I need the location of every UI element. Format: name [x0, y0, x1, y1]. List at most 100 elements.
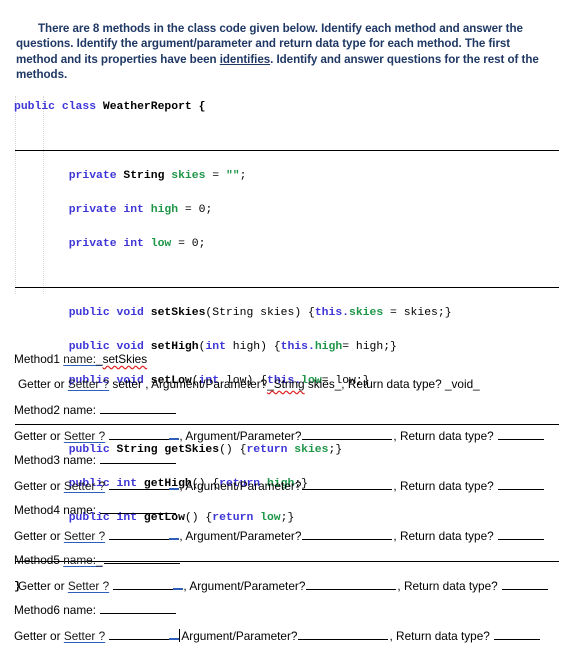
intro-underlined-word: identifies: [219, 52, 271, 66]
method-3-name-input[interactable]: [100, 452, 177, 464]
code-blank-line-1: [15, 133, 559, 151]
method-4-answer-row: Getter or Setter ? , Argument/Parameter?…: [14, 527, 574, 552]
method-2-name-input[interactable]: [100, 402, 177, 414]
method-3-return-input[interactable]: [498, 478, 545, 490]
method-1-name-row: Method1 name:_setSkies: [14, 352, 574, 377]
method-5-name-label: name:_: [63, 553, 103, 567]
method-name-setSkies: setSkies: [150, 307, 206, 319]
param-type-string: String: [212, 307, 254, 319]
method-4-param-input[interactable]: [302, 528, 393, 540]
field-skies: skies: [171, 170, 206, 182]
field-high: high: [150, 204, 179, 216]
method-6-number: Method6: [14, 603, 60, 617]
worksheet: Method1 name:_setSkies Getter or Setter …: [14, 352, 574, 652]
method-5-kind-input-tail[interactable]: [173, 577, 184, 590]
method-3-kind-input[interactable]: [109, 478, 170, 490]
code-line-class-decl: public class WeatherReport {: [14, 101, 206, 113]
method-5-answer-row: Getter or Setter ? , Argument/Parameter?…: [14, 577, 574, 602]
method-6-return-input[interactable]: [494, 628, 541, 640]
method-6-name-input[interactable]: [100, 602, 177, 614]
method-5-name-input[interactable]: [103, 552, 180, 564]
method-4-number: Method4: [14, 503, 60, 517]
method-4-name-label: name:: [63, 503, 96, 517]
method-1-answer-kind[interactable]: setter: [112, 377, 145, 391]
field-ref-skies: skies: [349, 307, 384, 319]
method-1-answer-return[interactable]: _void_: [445, 377, 480, 391]
method-3-name-row: Method3 name:: [14, 452, 574, 477]
method-6-name-label: name:: [63, 603, 96, 617]
method-1-getter-or-label: Getter or: [18, 377, 68, 391]
literal-zero-2: 0: [191, 238, 199, 250]
method-1-setter-question: Setter ?: [67, 377, 110, 391]
method-6-getter-or-label: Getter or: [14, 629, 64, 643]
code-line-field-high: private int high = 0;: [68, 204, 213, 216]
assign-skies: skies: [403, 307, 438, 319]
method-5-kind-input[interactable]: [113, 578, 174, 590]
method-4-arg-param-label: Argument/Parameter?: [185, 529, 302, 543]
code-blank-line-2: [15, 270, 559, 288]
method-1-number: Method1: [14, 352, 60, 366]
method-4-getter-or-label: Getter or: [14, 529, 64, 543]
method-3-kind-input-tail[interactable]: [169, 477, 180, 490]
method-5-setter-question: Setter ?: [67, 579, 110, 593]
method-2-return-input[interactable]: [498, 428, 545, 440]
method-2-setter-question: Setter ?: [63, 429, 106, 443]
type-string-1: String: [123, 170, 165, 182]
method-3-arg-param-label: Argument/Parameter?: [185, 479, 302, 493]
method-3-return-label: Return data type?: [399, 479, 494, 493]
method-1-answer-param[interactable]: skies_: [305, 377, 341, 391]
method-6-answer-row: Getter or Setter ? Argument/Parameter?, …: [14, 627, 574, 652]
method-2-return-label: Return data type?: [399, 429, 494, 443]
method-3-param-input[interactable]: [302, 478, 393, 490]
method-1-return-label: Return data type?: [347, 377, 442, 391]
method-3-answer-row: Getter or Setter ? , Argument/Parameter?…: [14, 477, 574, 502]
method-6-param-input[interactable]: [298, 628, 389, 640]
method-6-arg-param-label: Argument/Parameter?: [181, 629, 298, 643]
method-3-name-label: name:: [63, 453, 96, 467]
class-name: WeatherReport: [102, 101, 192, 113]
keyword-public: public: [14, 101, 56, 113]
method-4-return-input[interactable]: [498, 528, 545, 540]
method-5-getter-or-label: Getter or: [18, 579, 68, 593]
method-4-name-row: Method4 name:: [14, 502, 574, 527]
method-2-arg-param-label: Argument/Parameter?: [185, 429, 302, 443]
method-1-name-label: name:_: [63, 352, 103, 366]
method-4-return-label: Return data type?: [399, 529, 494, 543]
keyword-class: class: [61, 101, 97, 113]
method-4-setter-question: Setter ?: [63, 529, 106, 543]
code-line-field-skies: private String skies = "";: [68, 170, 247, 182]
method-2-kind-input-tail[interactable]: [169, 427, 180, 440]
method-5-arg-param-label: Argument/Parameter?: [189, 579, 306, 593]
method-2-answer-row: Getter or Setter ? , Argument/Parameter?…: [14, 427, 574, 452]
code-line-setSkies: public void setSkies(String skies) {this…: [68, 307, 452, 319]
method-4-kind-input-tail[interactable]: [169, 527, 180, 540]
keyword-private-3: private: [68, 238, 117, 250]
method-3-setter-question: Setter ?: [63, 479, 106, 493]
method-3-number: Method3: [14, 453, 60, 467]
method-3-getter-or-label: Getter or: [14, 479, 64, 493]
method-5-return-input[interactable]: [502, 578, 549, 590]
code-line-field-low: private int low = 0;: [68, 238, 206, 250]
method-2-kind-input[interactable]: [109, 428, 170, 440]
method-1-answer-param-spell: _String: [267, 377, 305, 391]
keyword-private-1: private: [68, 170, 117, 182]
method-4-name-input[interactable]: [100, 502, 177, 514]
method-1-name-value[interactable]: setSkies: [103, 352, 148, 366]
method-6-name-row: Method6 name:: [14, 602, 574, 627]
param-name-skies: skies: [260, 307, 295, 319]
method-6-kind-input-tail[interactable]: [169, 627, 180, 640]
keyword-int-2: int: [123, 238, 144, 250]
method-2-name-row: Method2 name:: [14, 402, 574, 427]
method-1-answer-row: Getter or Setter ? setter , Argument/Par…: [18, 377, 480, 391]
intro-paragraph: There are 8 methods in the class code gi…: [16, 21, 554, 83]
keyword-void-1: void: [116, 307, 144, 319]
keyword-public-2: public: [68, 307, 110, 319]
field-low: low: [150, 238, 172, 250]
method-6-kind-input[interactable]: [109, 628, 170, 640]
method-6-setter-question: Setter ?: [63, 629, 106, 643]
method-5-name-row: Method5 name:_: [14, 552, 574, 577]
method-2-name-label: name:: [63, 403, 96, 417]
method-5-param-input[interactable]: [306, 578, 397, 590]
method-4-kind-input[interactable]: [109, 528, 170, 540]
method-2-param-input[interactable]: [302, 428, 393, 440]
